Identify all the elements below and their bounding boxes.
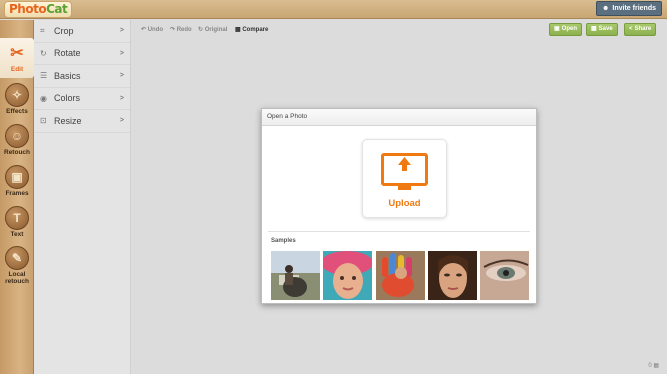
tool-label: Frames <box>5 190 29 197</box>
logo-text-cat: Cat <box>46 2 68 16</box>
palette-icon: ◉ <box>40 93 47 103</box>
submenu-item-resize[interactable]: ⊡ Resize > <box>34 110 130 133</box>
photo-counter: 0 ▦ <box>648 363 659 369</box>
original-button[interactable]: ↻ Original <box>198 26 227 33</box>
submenu-item-label: Colors <box>54 93 81 104</box>
upload-label: Upload <box>388 198 421 209</box>
invite-friends-button[interactable]: ☻ Invite friends <box>596 1 662 16</box>
upload-button[interactable]: Upload <box>362 139 447 218</box>
resize-icon: ⊡ <box>40 116 47 126</box>
brush-icon: ✎ <box>5 246 29 270</box>
share-button[interactable]: < Share <box>624 23 657 36</box>
tool-retouch[interactable]: ☺ Retouch <box>0 121 34 161</box>
sample-thumbnail[interactable] <box>323 251 372 300</box>
upload-arrow-icon <box>398 157 411 171</box>
scissors-icon: ✂ <box>10 45 24 62</box>
tool-label: Local retouch <box>5 271 29 285</box>
editor-toolbar: ↶ Undo ↷ Redo ↻ Original ▩ Compare ▣ Ope… <box>131 20 667 40</box>
crop-icon: ⌗ <box>40 25 45 35</box>
frame-icon: ▣ <box>5 165 29 189</box>
redo-button[interactable]: ↷ Redo <box>170 26 192 33</box>
edit-submenu: ⌗ Crop > ↻ Rotate > ☰ Basics > ◉ Colors … <box>34 20 131 374</box>
chevron-right-icon: > <box>119 117 124 125</box>
counter-value: 0 <box>648 363 652 369</box>
undo-label: Undo <box>147 27 164 33</box>
tool-label: Edit <box>10 66 24 73</box>
share-label: Share <box>634 26 652 32</box>
share-icon: < <box>629 26 633 32</box>
dialog-divider <box>268 231 530 232</box>
save-button[interactable]: ▦ Save <box>586 23 618 36</box>
chevron-right-icon: > <box>119 27 124 35</box>
sample-thumbnail[interactable] <box>271 251 320 300</box>
open-button[interactable]: ▣ Open <box>549 23 583 36</box>
logo-text-photo: Photo <box>9 2 47 16</box>
sample-thumbnail[interactable] <box>376 251 425 300</box>
top-bar: PhotoCat ☻ Invite friends <box>0 0 667 19</box>
wand-icon: ✧ <box>5 83 29 107</box>
submenu-item-label: Basics <box>54 70 81 81</box>
tool-text[interactable]: T Text <box>0 203 34 243</box>
undo-button[interactable]: ↶ Undo <box>141 26 163 33</box>
submenu-item-label: Resize <box>54 115 82 126</box>
rotate-icon: ↻ <box>40 48 47 58</box>
submenu-item-colors[interactable]: ◉ Colors > <box>34 88 130 110</box>
photocat-logo[interactable]: PhotoCat <box>4 1 73 18</box>
tool-label: Retouch <box>4 149 30 156</box>
monitor-stand <box>398 186 411 190</box>
chevron-right-icon: > <box>119 72 124 80</box>
text-icon: T <box>5 206 29 230</box>
submenu-item-basics[interactable]: ☰ Basics > <box>34 65 130 88</box>
tool-frames[interactable]: ▣ Frames <box>0 162 34 202</box>
compare-button[interactable]: ▩ Compare <box>235 26 268 33</box>
invite-friends-label: Invite friends <box>612 5 656 12</box>
original-label: Original <box>204 27 228 33</box>
tool-local-retouch[interactable]: ✎ Local retouch <box>0 243 34 289</box>
samples-label: Samples <box>271 238 296 244</box>
submenu-item-label: Rotate <box>54 48 81 59</box>
chevron-right-icon: > <box>119 94 124 102</box>
compare-label: Compare <box>242 27 269 33</box>
submenu-item-label: Crop <box>54 25 74 36</box>
folder-icon: ▣ <box>554 26 560 32</box>
people-icon: ☻ <box>602 5 610 12</box>
sample-thumbnail[interactable] <box>428 251 477 300</box>
face-icon: ☺ <box>5 124 29 148</box>
dialog-title: Open a Photo <box>262 109 536 126</box>
submenu-item-crop[interactable]: ⌗ Crop > <box>34 20 130 43</box>
open-label: Open <box>561 26 578 32</box>
sample-thumbnail[interactable] <box>480 251 529 300</box>
disk-icon: ▦ <box>591 26 597 32</box>
tool-effects[interactable]: ✧ Effects <box>0 80 34 120</box>
chevron-right-icon: > <box>119 49 124 57</box>
redo-label: Redo <box>176 27 192 33</box>
sliders-icon: ☰ <box>40 71 48 81</box>
tool-edit[interactable]: ✂ Edit <box>0 38 34 78</box>
open-photo-dialog: Open a Photo Upload Samples <box>261 108 537 304</box>
save-label: Save <box>598 26 613 32</box>
submenu-item-rotate[interactable]: ↻ Rotate > <box>34 43 130 65</box>
tool-label: Effects <box>6 108 28 115</box>
tool-label: Text <box>10 231 24 238</box>
tool-rail: ✂ Edit ✧ Effects ☺ Retouch ▣ Frames T Te… <box>0 20 34 374</box>
